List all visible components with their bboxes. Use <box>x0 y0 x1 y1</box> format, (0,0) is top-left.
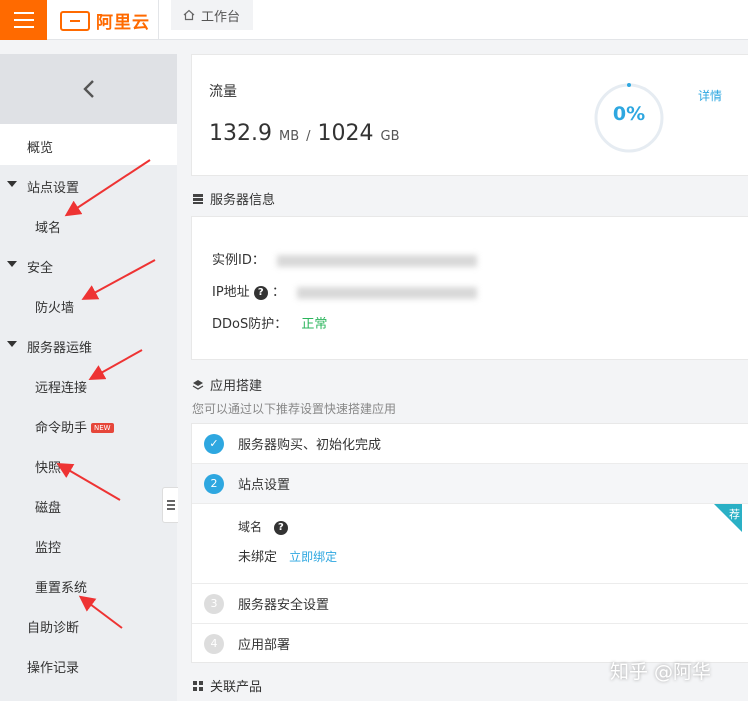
ip-address-value <box>297 286 478 299</box>
brand-name: 阿里云 <box>96 13 150 33</box>
step-server-security[interactable]: 3 服务器安全设置 <box>192 584 748 624</box>
panel-toggle-handle[interactable] <box>162 487 178 523</box>
layers-icon <box>192 379 204 390</box>
step-number: 3 <box>204 593 224 614</box>
traffic-separator: / <box>306 129 311 144</box>
divider <box>158 0 159 40</box>
step-number: 4 <box>204 633 224 654</box>
ip-address-row: IP地址 ? ： <box>212 281 478 300</box>
sidebar-group-server-ops[interactable]: 服务器运维 <box>27 337 92 356</box>
step-purchase-init[interactable]: ✓ 服务器购买、初始化完成 <box>192 424 748 464</box>
server-info-title: 服务器信息 <box>210 193 276 208</box>
workspace-tab-label: 工作台 <box>201 9 241 25</box>
collapse-sidebar-button[interactable] <box>0 54 177 124</box>
sidebar-item-operation-log[interactable]: 操作记录 <box>27 657 79 676</box>
traffic-card: 流量 132.9 MB / 1024 GB 0% 详情 <box>191 54 748 176</box>
traffic-label: 流量 <box>209 84 237 100</box>
step-label: 站点设置 <box>238 478 291 493</box>
aliyun-logo[interactable]: 阿里云 <box>60 8 150 33</box>
workspace-tab[interactable]: 工作台 <box>171 0 253 30</box>
caret-down-icon[interactable] <box>7 261 17 267</box>
sidebar-item-monitor[interactable]: 监控 <box>35 537 61 556</box>
new-badge: NEW <box>91 423 114 433</box>
domain-row: 域名 ? <box>238 518 288 535</box>
sidebar-item-label: 命令助手 <box>35 421 88 436</box>
recommend-corner-label: 荐 <box>729 508 740 521</box>
sidebar-group-security[interactable]: 安全 <box>27 257 53 276</box>
step-label: 服务器购买、初始化完成 <box>238 438 382 453</box>
sidebar-item-reset-system[interactable]: 重置系统 <box>35 577 87 596</box>
top-bar: 阿里云 工作台 <box>0 0 748 40</box>
server-info-header: 服务器信息 <box>192 189 275 208</box>
check-icon: ✓ <box>204 433 224 454</box>
instance-id-row: 实例ID： <box>212 249 477 268</box>
traffic-total-unit: GB <box>380 129 400 144</box>
traffic-value: 132.9 MB / 1024 GB <box>209 121 400 146</box>
step-site-settings[interactable]: 2 站点设置 <box>192 464 748 504</box>
step-label: 服务器安全设置 <box>238 598 330 613</box>
caret-down-icon[interactable] <box>7 341 17 347</box>
watermark: 知乎 @阿华 <box>610 661 712 683</box>
ddos-label: DDoS防护： <box>212 317 288 332</box>
traffic-total: 1024 <box>317 121 374 146</box>
sidebar-item-domain[interactable]: 域名 <box>35 217 61 236</box>
bind-now-link[interactable]: 立即绑定 <box>289 550 337 564</box>
server-info-card: 实例ID： IP地址 ? ： DDoS防护： 正常 <box>191 216 748 360</box>
app-setup-header: 应用搭建 <box>192 375 262 394</box>
sidebar-item-disk[interactable]: 磁盘 <box>35 497 61 516</box>
grid-icon <box>193 680 203 691</box>
help-icon[interactable]: ? <box>273 521 288 535</box>
traffic-used-unit: MB <box>278 129 300 144</box>
domain-status: 未绑定 <box>238 550 278 565</box>
sidebar-item-firewall[interactable]: 防火墙 <box>35 297 74 316</box>
sidebar-group-site-settings[interactable]: 站点设置 <box>27 177 79 196</box>
instance-id-value <box>277 254 477 267</box>
app-setup-steps: ✓ 服务器购买、初始化完成 2 站点设置 域名 ? 未绑定 立即绑定 荐 3 服… <box>191 423 748 663</box>
help-icon[interactable]: ? <box>253 286 268 300</box>
domain-status-row: 未绑定 立即绑定 <box>238 546 337 565</box>
caret-down-icon[interactable] <box>7 181 17 187</box>
ddos-row: DDoS防护： 正常 <box>212 313 327 332</box>
related-products-header: 关联产品 <box>192 676 262 695</box>
sidebar-item-command-assistant[interactable]: 命令助手 NEW <box>35 417 114 436</box>
app-setup-title: 应用搭建 <box>210 379 263 394</box>
site-settings-body: 域名 ? 未绑定 立即绑定 <box>192 504 748 584</box>
related-products-title: 关联产品 <box>210 680 263 695</box>
sidebar-item-overview[interactable]: 概览 <box>27 137 53 156</box>
traffic-used: 132.9 <box>209 121 272 146</box>
traffic-detail-link[interactable]: 详情 <box>698 87 722 104</box>
sidebar-item-snapshot[interactable]: 快照 <box>35 457 61 476</box>
ip-address-label: IP地址 <box>212 285 250 300</box>
sidebar-item-remote-connect[interactable]: 远程连接 <box>35 377 87 396</box>
chevron-left-icon <box>82 80 94 98</box>
traffic-percent: 0% <box>612 103 646 125</box>
list-icon <box>166 500 175 510</box>
instance-id-label: 实例ID： <box>212 253 265 268</box>
menu-icon[interactable] <box>0 0 47 40</box>
domain-label: 域名 <box>238 520 263 534</box>
ddos-status: 正常 <box>301 317 328 332</box>
step-label: 应用部署 <box>238 638 291 653</box>
step-number: 2 <box>204 473 224 494</box>
sidebar-item-self-diagnosis[interactable]: 自助诊断 <box>27 617 79 636</box>
server-icon <box>193 193 203 204</box>
home-icon <box>183 9 195 21</box>
app-setup-subtitle: 您可以通过以下推荐设置快速搭建应用 <box>192 402 397 416</box>
logo-icon <box>60 10 90 31</box>
